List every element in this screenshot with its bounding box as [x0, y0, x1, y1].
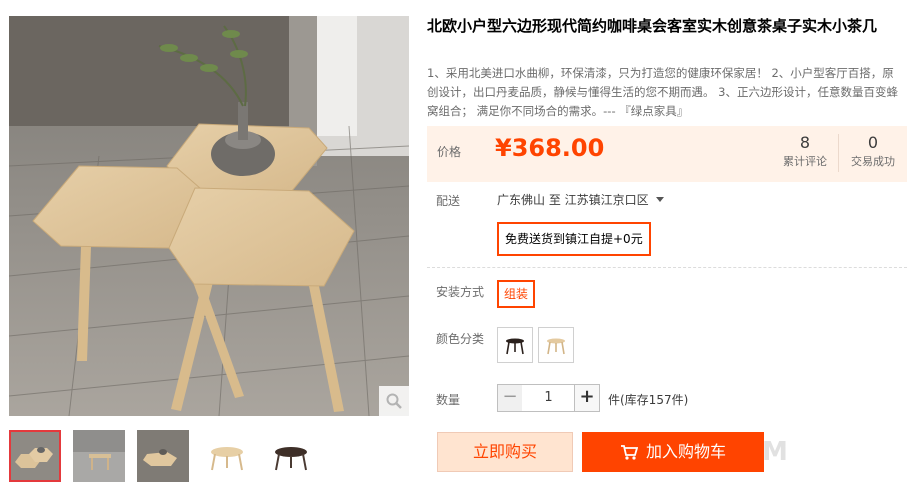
wood-table-icon [547, 338, 565, 355]
quantity-label: 数量 [436, 393, 461, 407]
reviews-label: 累计评论 [783, 155, 827, 168]
thumbnail-2-image [73, 430, 125, 482]
delivery-route-selector[interactable]: 广东佛山 至 江苏镇江京口区 [497, 191, 664, 208]
color-option-natural[interactable] [538, 327, 574, 363]
thumbnail-2[interactable] [73, 430, 125, 482]
quantity-decrease-button[interactable]: − [497, 384, 523, 412]
product-photo [9, 16, 409, 416]
add-to-cart-label: 加入购物车 [645, 442, 726, 461]
stat-divider [838, 134, 839, 172]
quantity-increase-button[interactable]: + [574, 384, 600, 412]
delivery-option[interactable]: 免费送货到镇江自提+0元 [497, 222, 651, 256]
thumbnail-1-image [11, 432, 59, 480]
delivery-route-text: 广东佛山 至 江苏镇江京口区 [497, 193, 649, 207]
price-value: ¥368.00 [495, 134, 605, 162]
product-title: 北欧小户型六边形现代简约咖啡桌会客室实木创意茶桌子实木小茶几 [427, 17, 878, 35]
deals-stat: 0 交易成功 [841, 133, 905, 171]
cart-icon [620, 435, 639, 475]
thumbnail-4-image [201, 430, 253, 482]
thumbnail-5[interactable] [265, 430, 317, 482]
stock-text: 件(库存157件) [608, 393, 689, 407]
main-product-image[interactable] [9, 16, 409, 416]
thumbnail-5-image [265, 430, 317, 482]
deals-count: 0 [867, 133, 879, 152]
price-label: 价格 [437, 145, 462, 159]
thumbnail-1[interactable] [9, 430, 61, 482]
thumbnail-3[interactable] [137, 430, 189, 482]
quantity-input[interactable]: 1 [522, 384, 575, 412]
chevron-down-icon [655, 197, 664, 202]
color-option-black[interactable] [497, 327, 533, 363]
watermark: M [762, 437, 791, 467]
product-subtitle: 1、采用北美进口水曲柳，环保清漆，只为打造您的健康环保家居！ 2、小户型客厅百搭… [427, 66, 898, 118]
color-label: 颜色分类 [436, 332, 485, 346]
zoom-button[interactable] [379, 386, 409, 416]
install-option-assemble[interactable]: 组装 [497, 280, 536, 308]
buy-now-button[interactable]: 立即购买 [437, 432, 573, 472]
thumbnail-4[interactable] [201, 430, 253, 482]
deals-label: 交易成功 [851, 155, 895, 168]
search-icon [386, 393, 402, 409]
black-table-icon [506, 338, 524, 355]
reviews-stat[interactable]: 8 累计评论 [773, 133, 837, 171]
reviews-count: 8 [799, 133, 811, 152]
thumbnail-3-image [137, 430, 189, 482]
price-panel: 价格 ¥368.00 8 累计评论 0 交易成功 [427, 126, 907, 182]
thumbnail-strip [9, 430, 409, 486]
delivery-label: 配送 [436, 194, 461, 208]
install-label: 安装方式 [436, 285, 485, 299]
add-to-cart-button[interactable]: 加入购物车 [582, 432, 764, 472]
divider [427, 267, 907, 268]
